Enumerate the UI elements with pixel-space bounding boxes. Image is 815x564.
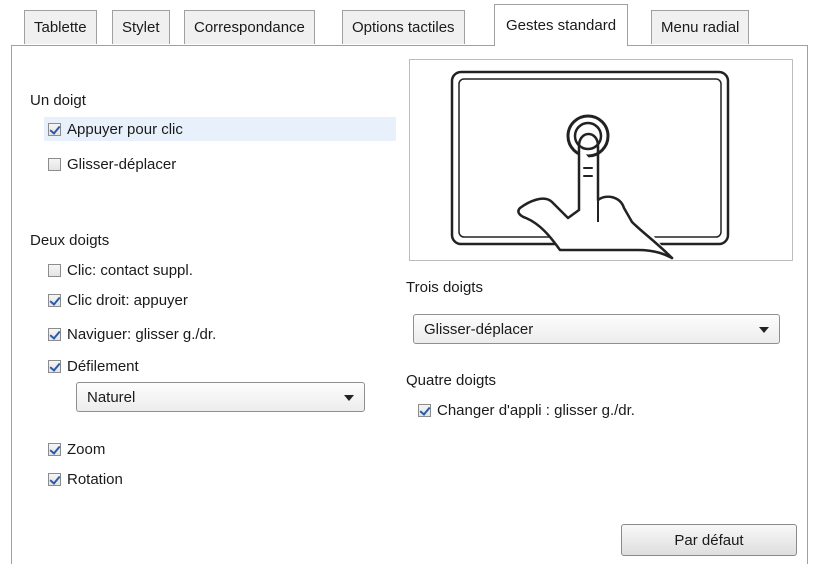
extra-contact-click-checkbox[interactable]	[48, 263, 61, 277]
right-click-checkbox[interactable]	[48, 293, 61, 307]
scroll-mode-dropdown[interactable]: Naturel	[76, 382, 365, 412]
tap-gesture-illustration-icon	[450, 70, 730, 260]
rotation-label: Rotation	[67, 470, 123, 488]
gesture-illustration	[409, 59, 793, 261]
four-fingers-title: Quatre doigts	[406, 372, 497, 389]
navigate-checkbox[interactable]	[48, 327, 61, 341]
tab-menu-radial[interactable]: Menu radial	[651, 10, 750, 44]
chevron-down-icon	[759, 327, 769, 333]
zoom-checkbox[interactable]	[48, 442, 61, 456]
three-fingers-title: Trois doigts	[406, 279, 483, 296]
extra-contact-click-option[interactable]: Clic: contact suppl.	[48, 258, 193, 282]
chevron-down-icon	[344, 395, 354, 401]
drag-move-option[interactable]: Glisser-déplacer	[48, 152, 176, 176]
tap-to-click-option[interactable]: Appuyer pour clic	[44, 117, 396, 141]
tab-tablette[interactable]: Tablette	[24, 10, 97, 44]
rotation-checkbox[interactable]	[48, 472, 61, 486]
zoom-option[interactable]: Zoom	[48, 437, 105, 461]
drag-move-checkbox[interactable]	[48, 157, 61, 171]
extra-contact-click-label: Clic: contact suppl.	[67, 261, 193, 279]
three-fingers-dropdown[interactable]: Glisser-déplacer	[413, 314, 780, 344]
tap-to-click-label: Appuyer pour clic	[67, 120, 183, 138]
navigate-option[interactable]: Naviguer: glisser g./dr.	[48, 322, 216, 346]
tab-options-tactiles[interactable]: Options tactiles	[342, 10, 465, 44]
navigate-label: Naviguer: glisser g./dr.	[67, 325, 217, 343]
tab-gestes-standard[interactable]: Gestes standard	[494, 4, 629, 46]
two-fingers-title: Deux doigts	[30, 232, 110, 249]
switch-app-option[interactable]: Changer d'appli : glisser g./dr.	[418, 398, 635, 422]
scroll-label: Défilement	[67, 357, 139, 375]
switch-app-label: Changer d'appli : glisser g./dr.	[437, 401, 635, 419]
drag-move-label: Glisser-déplacer	[67, 155, 177, 173]
switch-app-checkbox[interactable]	[418, 403, 431, 417]
tab-correspondance[interactable]: Correspondance	[184, 10, 315, 44]
three-fingers-value: Glisser-déplacer	[424, 320, 534, 338]
tap-to-click-checkbox[interactable]	[48, 122, 61, 136]
scroll-mode-value: Naturel	[87, 388, 136, 406]
scroll-checkbox[interactable]	[48, 359, 61, 373]
zoom-label: Zoom	[67, 440, 106, 458]
tab-stylet[interactable]: Stylet	[112, 10, 170, 44]
rotation-option[interactable]: Rotation	[48, 467, 123, 491]
right-click-option[interactable]: Clic droit: appuyer	[48, 288, 188, 312]
one-finger-title: Un doigt	[30, 92, 86, 109]
right-click-label: Clic droit: appuyer	[67, 291, 188, 309]
scroll-option[interactable]: Défilement	[48, 354, 139, 378]
default-button[interactable]: Par défaut	[621, 524, 797, 556]
